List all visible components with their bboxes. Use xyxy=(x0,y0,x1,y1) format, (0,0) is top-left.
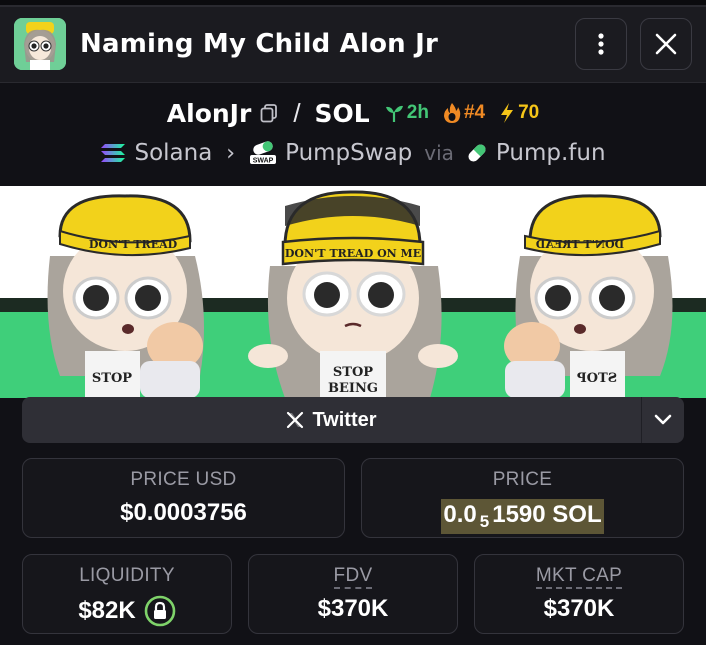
price-native-label: PRICE xyxy=(492,469,553,490)
price-unit: SOL xyxy=(552,501,602,528)
svg-text:SWAP: SWAP xyxy=(253,158,274,165)
via-label: via xyxy=(424,141,454,165)
chevron-down-icon xyxy=(654,414,672,425)
chevron-right-icon: › xyxy=(226,140,236,166)
pair-age-value: 2h xyxy=(406,102,429,123)
shirt-text-center-2: BEING xyxy=(328,381,378,396)
trending-rank-value: #4 xyxy=(463,102,486,123)
mktcap-card: MKT CAP $370K xyxy=(474,554,684,634)
price-usd-card: PRICE USD $0.0003756 xyxy=(22,458,345,538)
liquidity-card: LIQUIDITY $82K xyxy=(22,554,232,634)
pumpswap-icon: SWAP xyxy=(250,141,277,165)
solana-icon xyxy=(101,144,126,162)
dex-name[interactable]: PumpSwap xyxy=(285,140,412,166)
boost-count-value: 70 xyxy=(518,102,540,123)
token-avatar xyxy=(14,18,66,70)
fdv-value: $370K xyxy=(317,595,389,622)
price-digits: 1590 xyxy=(492,501,546,528)
mktcap-value: $370K xyxy=(543,595,615,622)
pair-age: 2h xyxy=(384,102,429,124)
price-native-value: 0.0 5 1590 SOL xyxy=(441,499,604,534)
links-dropdown-button[interactable] xyxy=(642,397,684,443)
price-usd-label: PRICE USD xyxy=(130,469,237,490)
mktcap-label[interactable]: MKT CAP xyxy=(535,565,623,589)
liquidity-value-row: $82K xyxy=(78,595,175,627)
window-top-edge xyxy=(0,0,706,7)
price-native-highlight: 0.0 5 1590 SOL xyxy=(441,499,604,534)
fdv-card: FDV $370K xyxy=(248,554,458,634)
social-links-bar: Twitter xyxy=(22,397,684,443)
more-options-button[interactable] xyxy=(575,18,627,70)
hat-text-right: DON'T TREAD xyxy=(535,238,624,251)
chain-name[interactable]: Solana xyxy=(134,140,212,166)
shirt-text-center-1: STOP xyxy=(333,365,373,380)
base-token-symbol: AlonJr xyxy=(166,98,252,128)
price-zero-count: 5 xyxy=(479,512,490,531)
lock-icon[interactable] xyxy=(144,595,176,627)
token-banner-image: DON'T TREAD STOP DON'T TREAD ON ME STOP … xyxy=(0,186,706,398)
pair-separator: / xyxy=(293,97,301,128)
banner-character-left: DON'T TREAD STOP xyxy=(47,194,205,398)
price-usd-value: $0.0003756 xyxy=(120,499,247,526)
liquidity-value: $82K xyxy=(78,597,136,624)
trending-rank: #4 xyxy=(443,102,485,124)
close-icon xyxy=(655,33,677,55)
quote-token-symbol: SOL xyxy=(314,98,370,128)
shirt-text-right: STOP xyxy=(577,371,617,386)
seedling-icon xyxy=(385,105,403,122)
boost-count: 70 xyxy=(499,102,539,124)
twitter-button[interactable]: Twitter xyxy=(22,397,642,443)
price-prefix: 0.0 xyxy=(443,501,477,528)
pair-summary: AlonJr / SOL 2h #4 70 xyxy=(0,96,706,130)
page-title: Naming My Child Alon Jr xyxy=(80,29,438,59)
chain-breadcrumb: Solana › SWAP PumpSwap via Pump.fun xyxy=(0,137,706,169)
launchpad-name[interactable]: Pump.fun xyxy=(496,140,606,166)
app-header: Naming My Child Alon Jr xyxy=(0,7,706,83)
hat-text-left: DON'T TREAD xyxy=(89,238,178,251)
x-logo-icon xyxy=(287,411,304,429)
liquidity-label: LIQUIDITY xyxy=(79,565,175,586)
copy-icon[interactable] xyxy=(259,103,279,123)
shirt-text-left: STOP xyxy=(92,371,132,386)
fdv-label[interactable]: FDV xyxy=(333,565,373,589)
close-button[interactable] xyxy=(640,18,692,70)
kebab-menu-icon xyxy=(598,33,604,55)
flame-icon xyxy=(443,103,461,123)
twitter-label: Twitter xyxy=(312,408,377,431)
hat-text-center: DON'T TREAD ON ME xyxy=(285,247,421,260)
pumpfun-icon xyxy=(468,144,486,162)
price-native-card: PRICE 0.0 5 1590 SOL xyxy=(361,458,684,538)
lightning-icon xyxy=(501,103,514,123)
